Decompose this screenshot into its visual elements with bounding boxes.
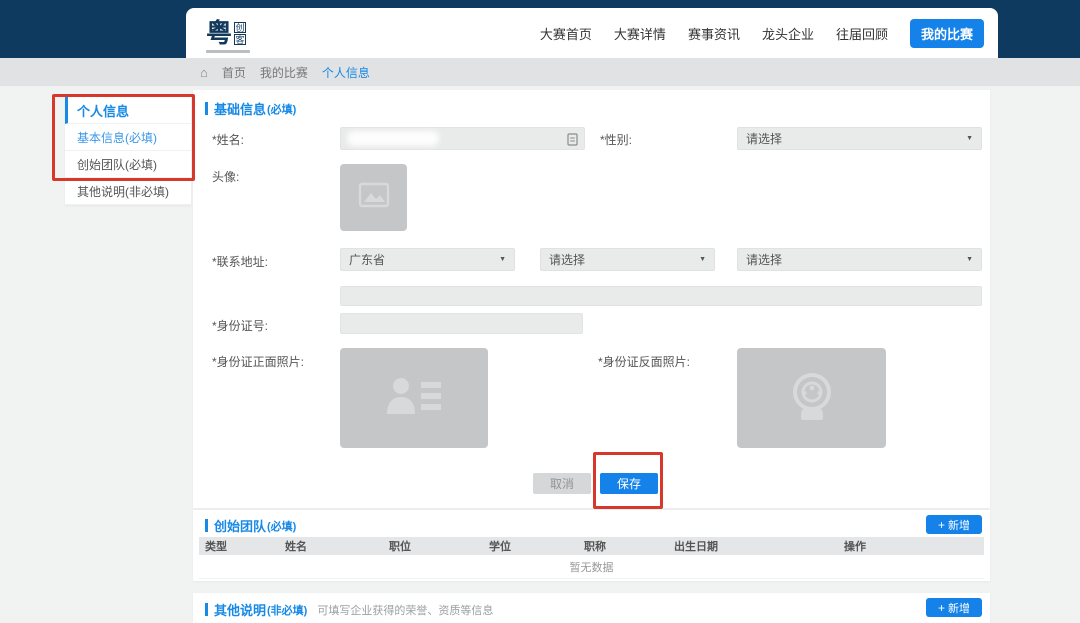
breadcrumb-home[interactable]: 首页 [222, 64, 246, 81]
home-icon: ⌂ [200, 65, 208, 80]
province-select[interactable]: 广东省 ▼ [340, 248, 515, 271]
id-number-input[interactable] [340, 313, 583, 334]
founding-team-panel: 创始团队 (必填) + 新增 类型 姓名 职位 学位 职称 出生日期 操作 暂无… [193, 510, 990, 581]
logo-tagline [206, 50, 250, 53]
nav-item-details[interactable]: 大赛详情 [614, 24, 666, 43]
founding-team-header: 创始团队 (必填) [193, 510, 990, 538]
team-empty-state: 暂无数据 [199, 555, 984, 579]
basic-info-panel: 基础信息 (必填) *姓名: *性别: 请选择 ▼ 头像: *联系地址: 广东省… [193, 90, 990, 508]
column-header-name: 姓名 [279, 538, 383, 554]
other-notes-title: 其他说明 [214, 600, 266, 619]
other-notes-header: 其他说明 (非必填) 可填写企业获得的荣誉、资质等信息 [193, 593, 990, 623]
gender-select[interactable]: 请选择 ▼ [737, 127, 982, 150]
column-header-birthdate: 出生日期 [668, 538, 838, 554]
nav-item-enterprises[interactable]: 龙头企业 [762, 24, 814, 43]
chevron-down-icon: ▼ [699, 256, 706, 263]
city-select[interactable]: 请选择 ▼ [540, 248, 715, 271]
gender-label: *性别: [600, 131, 632, 148]
nav-item-news[interactable]: 赛事资讯 [688, 24, 740, 43]
basic-info-header: 基础信息 (必填) [193, 90, 990, 124]
gender-select-value: 请选择 [746, 130, 782, 147]
photo-icon [358, 182, 390, 213]
site-logo[interactable]: 粤 创 客 [206, 20, 246, 46]
page: 粤 创 客 大赛首页 大赛详情 赛事资讯 龙头企业 往届回顾 我的比赛 ⌂ 首页… [0, 0, 1080, 623]
contact-card-icon[interactable] [567, 133, 578, 151]
other-notes-panel: 其他说明 (非必填) 可填写企业获得的荣誉、资质等信息 + 新增 [193, 593, 990, 623]
column-header-type: 类型 [199, 538, 279, 554]
address-label: *联系地址: [212, 253, 268, 270]
column-header-title: 职称 [578, 538, 668, 554]
founding-team-title: 创始团队 [214, 516, 266, 535]
city-select-value: 请选择 [549, 251, 585, 268]
section-accent-bar [205, 102, 208, 115]
other-notes-hint: 可填写企业获得的荣誉、资质等信息 [317, 602, 493, 618]
breadcrumb: ⌂ 首页 我的比赛 个人信息 [200, 64, 370, 81]
breadcrumb-personal-info: 个人信息 [322, 64, 370, 81]
cancel-button[interactable]: 取消 [533, 473, 591, 494]
id-number-label: *身份证号: [212, 317, 268, 334]
column-header-actions: 操作 [838, 538, 984, 554]
avatar-upload-placeholder[interactable] [340, 164, 407, 231]
redacted-name-value [347, 131, 439, 146]
district-select[interactable]: 请选择 ▼ [737, 248, 982, 271]
sidebar-item-other-notes[interactable]: 其他说明(非必填) [65, 178, 191, 205]
nav-item-home[interactable]: 大赛首页 [540, 24, 592, 43]
nav-item-past[interactable]: 往届回顾 [836, 24, 888, 43]
column-header-position: 职位 [383, 538, 483, 554]
chevron-down-icon: ▼ [966, 256, 973, 263]
other-add-button[interactable]: + 新增 [926, 598, 982, 617]
logo-glyph: 粤 [206, 20, 232, 46]
plus-icon: + [938, 519, 945, 531]
id-front-upload-placeholder[interactable] [340, 348, 488, 448]
founding-team-required-tag: (必填) [267, 518, 296, 534]
sidebar-item-founding-team[interactable]: 创始团队(必填) [65, 151, 191, 178]
district-select-value: 请选择 [746, 251, 782, 268]
basic-info-title: 基础信息 [214, 99, 266, 118]
team-table-header: 类型 姓名 职位 学位 职称 出生日期 操作 [199, 537, 984, 555]
avatar-label: 头像: [212, 168, 239, 185]
section-accent-bar [205, 603, 208, 616]
logo-wordmark: 创 客 [234, 22, 246, 46]
breadcrumb-my-contest[interactable]: 我的比赛 [260, 64, 308, 81]
plus-icon: + [938, 602, 945, 614]
province-select-value: 广东省 [349, 251, 385, 268]
save-button[interactable]: 保存 [600, 473, 658, 494]
id-back-label: *身份证反面照片: [598, 353, 690, 370]
name-input[interactable] [340, 127, 585, 150]
chevron-down-icon: ▼ [966, 135, 973, 142]
id-back-upload-placeholder[interactable] [737, 348, 886, 448]
column-header-degree: 学位 [483, 538, 578, 554]
address-detail-input[interactable] [340, 286, 982, 306]
logo-word-bottom: 客 [234, 34, 246, 45]
sidebar: 个人信息 基本信息(必填) 创始团队(必填) 其他说明(非必填) [65, 97, 191, 205]
chevron-down-icon: ▼ [499, 256, 506, 263]
my-contest-button[interactable]: 我的比赛 [910, 19, 984, 48]
top-navigation: 大赛首页 大赛详情 赛事资讯 龙头企业 往届回顾 我的比赛 [540, 19, 984, 48]
sidebar-item-basic-info[interactable]: 基本信息(必填) [65, 124, 191, 151]
team-add-label: 新增 [948, 517, 970, 533]
basic-info-required-tag: (必填) [267, 101, 296, 117]
sidebar-title-personal-info[interactable]: 个人信息 [65, 97, 191, 124]
id-front-label: *身份证正面照片: [212, 353, 304, 370]
id-card-front-icon [383, 374, 445, 423]
national-emblem-icon [785, 370, 839, 427]
breadcrumb-bar: ⌂ 首页 我的比赛 个人信息 [0, 58, 1080, 86]
other-notes-required-tag: (非必填) [267, 602, 307, 618]
name-label: *姓名: [212, 131, 244, 148]
top-bar: 粤 创 客 大赛首页 大赛详情 赛事资讯 龙头企业 往届回顾 我的比赛 [0, 0, 1080, 58]
section-accent-bar [205, 519, 208, 532]
header-card: 粤 创 客 大赛首页 大赛详情 赛事资讯 龙头企业 往届回顾 我的比赛 [186, 8, 998, 58]
logo-word-top: 创 [234, 22, 246, 33]
other-add-label: 新增 [948, 600, 970, 616]
team-add-button[interactable]: + 新增 [926, 515, 982, 534]
